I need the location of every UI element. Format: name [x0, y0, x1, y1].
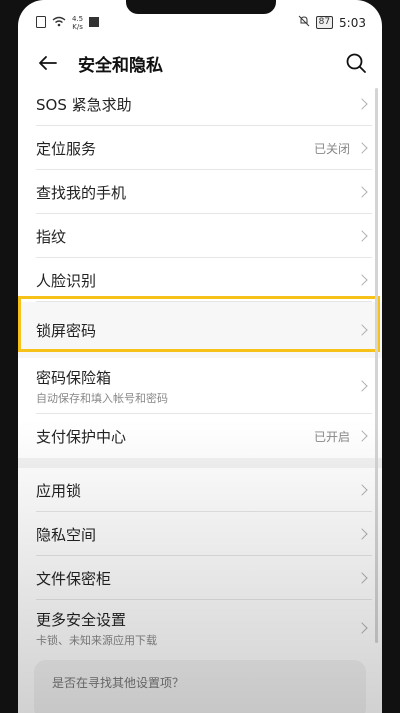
- list-item-password-vault[interactable]: 密码保险箱 自动保存和填入帐号和密码: [18, 358, 382, 414]
- list-item-location[interactable]: 定位服务 已关闭: [18, 126, 382, 170]
- chevron-right-icon: [356, 98, 368, 110]
- chevron-right-icon: [356, 380, 368, 392]
- item-label: 查找我的手机: [36, 183, 127, 202]
- item-subtitle: 自动保存和填入帐号和密码: [36, 391, 168, 405]
- speed-value: 4.5: [72, 15, 84, 23]
- list-item-find-phone[interactable]: 查找我的手机: [18, 170, 382, 214]
- list-item-fingerprint[interactable]: 指纹: [18, 214, 382, 258]
- chevron-right-icon: [356, 324, 368, 336]
- item-label: 密码保险箱: [36, 368, 112, 387]
- speed-unit: K/s: [72, 23, 83, 31]
- list-item-more-security[interactable]: 更多安全设置 卡锁、未知来源应用下载: [18, 600, 382, 656]
- item-label: 指纹: [36, 227, 67, 246]
- item-label: SOS 紧急求助: [36, 95, 132, 114]
- item-label: 应用锁: [36, 481, 82, 500]
- item-status: 已开启: [313, 429, 350, 444]
- header: 安全和隐私: [18, 40, 382, 86]
- search-icon[interactable]: [344, 51, 368, 75]
- item-label: 更多安全设置: [36, 610, 127, 629]
- battery-icon: 87: [315, 16, 334, 29]
- phone-screen: 4.5 K/s 87 5:03 安全和隐私 SOS 紧急求助 定位服务 已关闭 …: [18, 0, 382, 713]
- list-item-lock-screen-password[interactable]: 锁屏密码: [18, 302, 382, 358]
- chevron-right-icon: [356, 274, 368, 286]
- chevron-right-icon: [356, 186, 368, 198]
- suggestion-text: 是否在寻找其他设置项？: [52, 676, 185, 690]
- notification-icon: [89, 16, 100, 30]
- list-item-app-lock[interactable]: 应用锁: [18, 468, 382, 512]
- wifi-icon: [52, 16, 66, 30]
- settings-list: SOS 紧急求助 定位服务 已关闭 查找我的手机 指纹 人脸识别 锁屏密码 密码…: [18, 82, 382, 656]
- chevron-right-icon: [356, 622, 368, 634]
- sim-icon: [36, 15, 46, 31]
- status-bar: 4.5 K/s 87 5:03: [18, 12, 382, 34]
- item-status: 已关闭: [313, 141, 350, 156]
- list-item-sos[interactable]: SOS 紧急求助: [18, 82, 382, 126]
- page-title: 安全和隐私: [78, 56, 163, 76]
- chevron-right-icon: [356, 528, 368, 540]
- item-label: 定位服务: [36, 139, 97, 158]
- chevron-right-icon: [356, 572, 368, 584]
- chevron-right-icon: [356, 142, 368, 154]
- item-label: 支付保护中心: [36, 427, 127, 446]
- item-subtitle: 卡锁、未知来源应用下载: [36, 633, 157, 647]
- chevron-right-icon: [356, 430, 368, 442]
- scrollbar[interactable]: [375, 88, 378, 643]
- item-label: 文件保密柜: [36, 569, 112, 588]
- item-label: 隐私空间: [36, 525, 97, 544]
- network-speed: 4.5 K/s: [72, 15, 83, 31]
- mute-icon: [298, 15, 310, 30]
- list-item-private-space[interactable]: 隐私空间: [18, 512, 382, 556]
- search-suggestion-card[interactable]: 是否在寻找其他设置项？: [34, 660, 366, 713]
- list-item-payment-protection[interactable]: 支付保护中心 已开启: [18, 414, 382, 458]
- chevron-right-icon: [356, 230, 368, 242]
- item-label: 人脸识别: [36, 271, 97, 290]
- list-item-face-recognition[interactable]: 人脸识别: [18, 258, 382, 302]
- clock: 5:03: [339, 15, 366, 30]
- list-item-file-safe[interactable]: 文件保密柜: [18, 556, 382, 600]
- section-gap: [18, 458, 382, 468]
- chevron-right-icon: [356, 484, 368, 496]
- back-arrow-icon[interactable]: [36, 51, 60, 75]
- item-label: 锁屏密码: [36, 321, 97, 340]
